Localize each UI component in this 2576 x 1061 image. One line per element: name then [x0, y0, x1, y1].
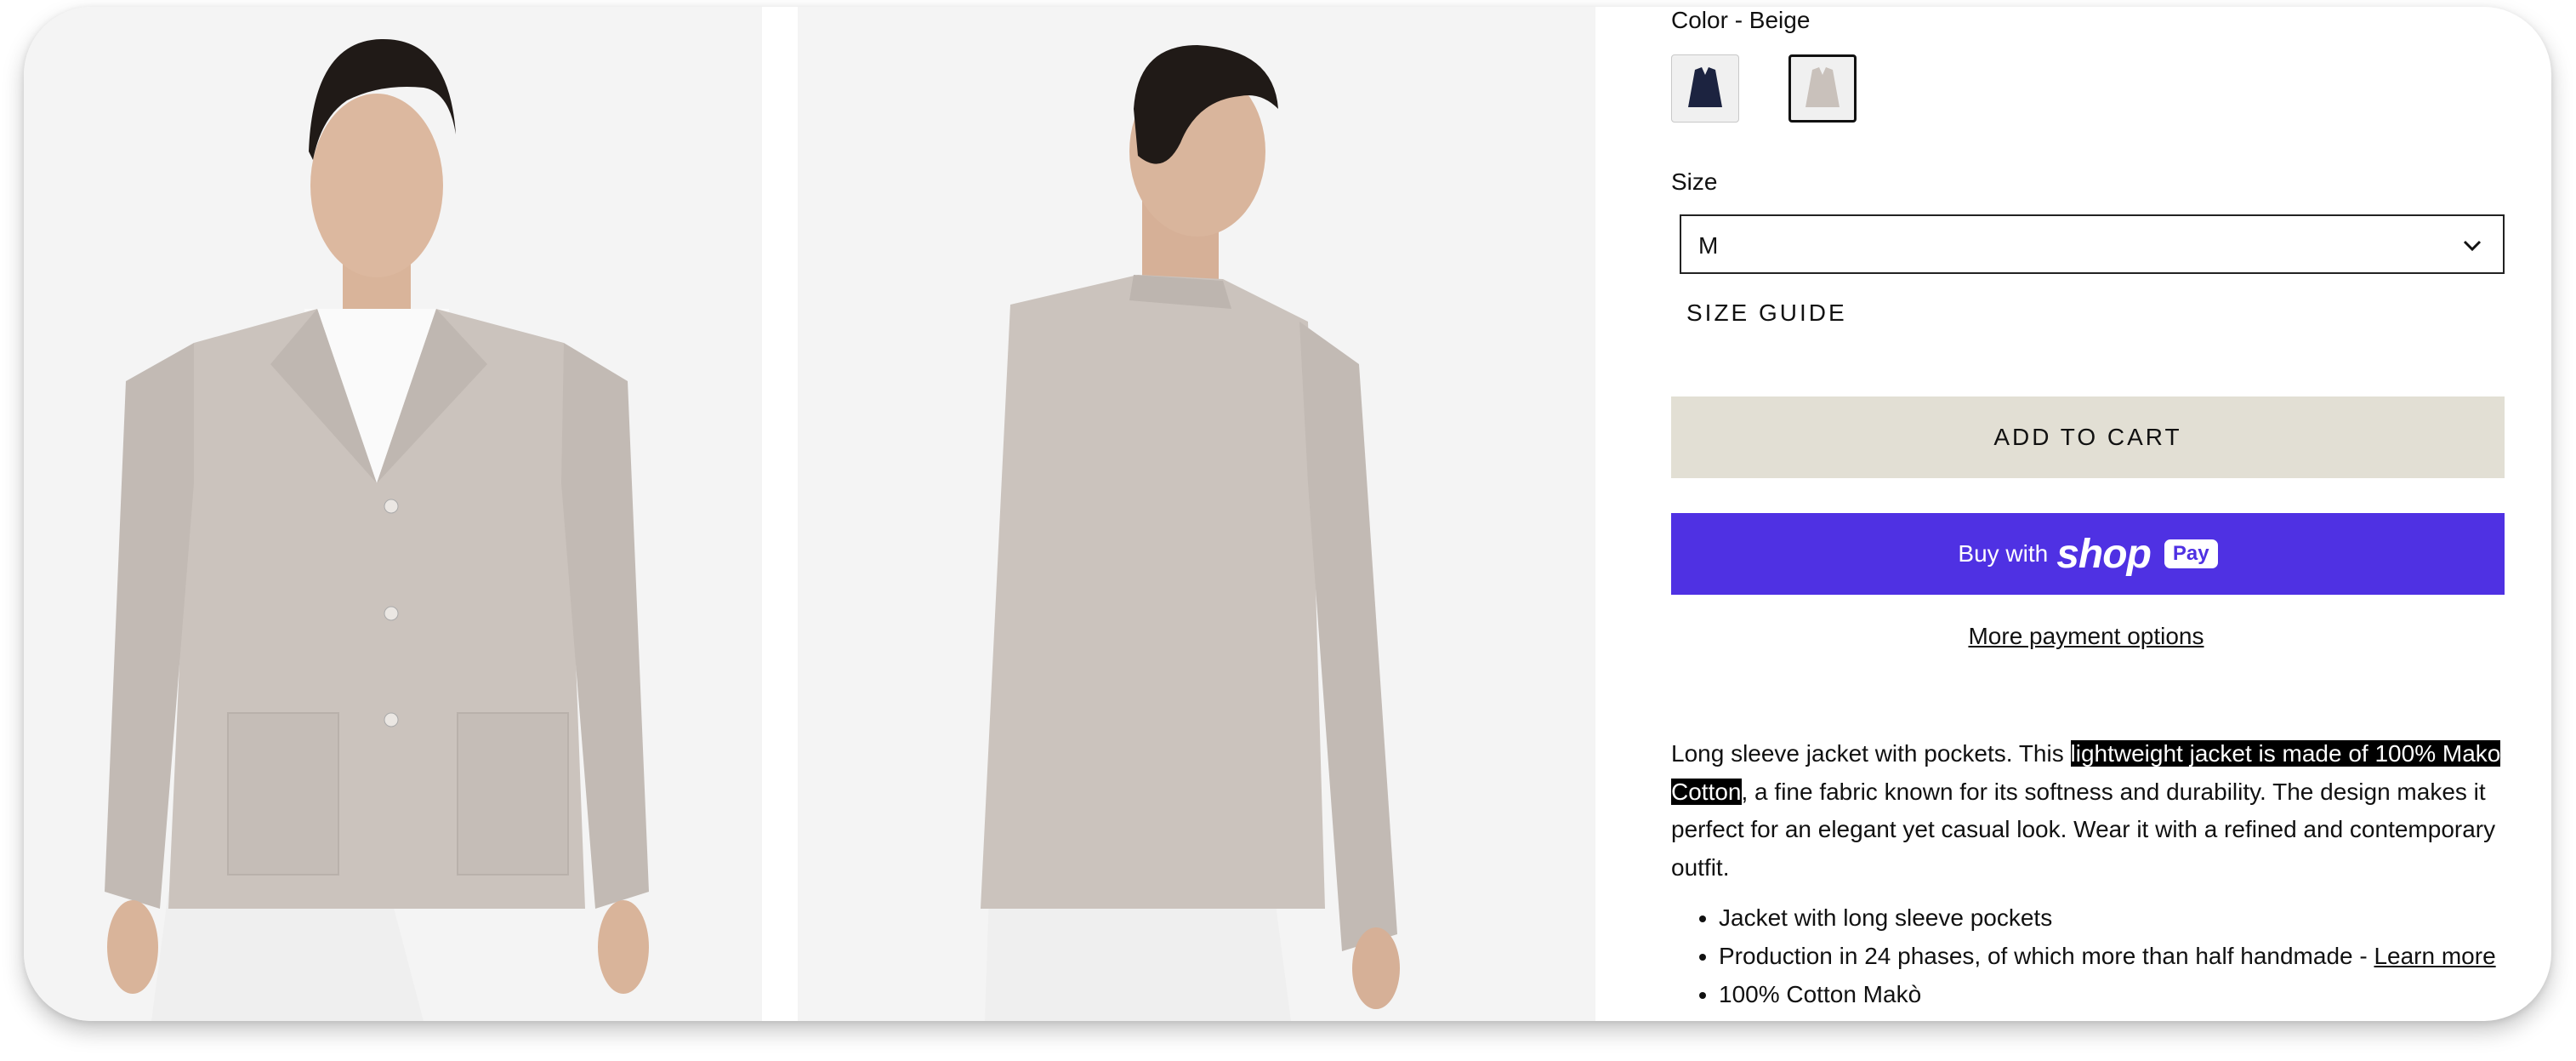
color-label: Color - Beige	[1671, 7, 1811, 33]
size-select-value: M	[1698, 232, 1719, 259]
shop-pay-button[interactable]: Buy with shop Pay	[1671, 513, 2505, 595]
description-text-start: Long sleeve jacket with pockets. This	[1671, 740, 2071, 767]
swatch-navy[interactable]	[1671, 54, 1739, 123]
buy-with-label: Buy with	[1958, 540, 2049, 567]
swatch-beige[interactable]	[1788, 54, 1857, 123]
more-payment-options-link[interactable]: More payment options	[1669, 623, 2503, 650]
model-front-illustration	[105, 38, 649, 1021]
product-photo-back[interactable]	[798, 7, 1595, 1021]
feature-list: Jacket with long sleeve pockets Producti…	[1719, 898, 2535, 1013]
feature-text: Jacket with long sleeve pockets	[1719, 904, 2053, 931]
navy-jacket-thumbnail-icon	[1688, 67, 1722, 107]
learn-more-link[interactable]: Learn more	[2374, 943, 2495, 969]
feature-text: Production in 24 phases, of which more t…	[1719, 943, 2374, 969]
pay-badge: Pay	[2164, 539, 2218, 568]
product-photo-front[interactable]	[24, 7, 762, 1021]
size-select[interactable]: M	[1680, 214, 2505, 274]
list-item: 100% Cotton Makò	[1719, 975, 2535, 1013]
add-to-cart-button[interactable]: ADD TO CART	[1671, 396, 2505, 478]
list-item: Jacket with long sleeve pockets	[1719, 898, 2535, 937]
product-info-panel: Color - Beige Size M SIZE GUIDE ADD TO C…	[1669, 7, 2528, 1021]
feature-text: 100% Cotton Makò	[1719, 981, 1922, 1007]
chevron-down-icon	[2460, 234, 2484, 262]
product-page-frame: Color - Beige Size M SIZE GUIDE ADD TO C…	[24, 7, 2551, 1021]
list-item: Production in 24 phases, of which more t…	[1719, 937, 2535, 975]
product-description: Long sleeve jacket with pockets. This li…	[1671, 735, 2522, 887]
shop-logo: shop	[2056, 531, 2152, 577]
model-back-illustration	[981, 45, 1400, 1021]
size-label: Size	[1671, 168, 1718, 195]
size-guide-link[interactable]: SIZE GUIDE	[1686, 299, 1847, 327]
beige-jacket-thumbnail-icon	[1805, 67, 1840, 107]
description-text-end: , a fine fabric known for its softness a…	[1671, 778, 2496, 881]
